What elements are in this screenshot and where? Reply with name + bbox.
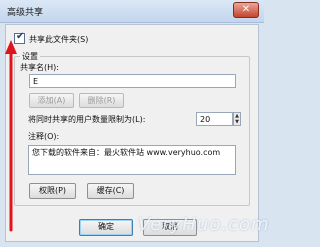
- settings-group-title: 设置: [20, 51, 40, 62]
- ok-button[interactable]: 确定: [79, 219, 133, 236]
- red-arrow-annotation: [5, 40, 17, 232]
- share-name-input[interactable]: E: [29, 74, 236, 88]
- comment-label: 注释(O):: [28, 132, 60, 141]
- close-button[interactable]: ✕: [233, 2, 259, 18]
- user-limit-label: 将同时共享的用户数量限制为(L):: [28, 115, 146, 124]
- watermark-logo: VeryHuo.com: [138, 214, 270, 235]
- cache-button[interactable]: 缓存(C): [87, 183, 134, 199]
- user-limit-spinner[interactable]: ▲ ▼: [233, 112, 241, 126]
- share-folder-label[interactable]: 共享此文件夹(S): [29, 34, 88, 45]
- user-limit-input[interactable]: 20: [196, 112, 233, 126]
- permissions-button[interactable]: 权限(P): [29, 183, 76, 199]
- share-name-label: 共享名(H):: [20, 63, 59, 72]
- window-title: 高级共享: [7, 8, 44, 18]
- add-button[interactable]: 添加(A): [29, 93, 74, 108]
- remove-button[interactable]: 删除(R): [79, 93, 124, 108]
- comment-textarea[interactable]: 您下载的软件来自：最火软件站 www.veryhuo.com: [28, 145, 236, 175]
